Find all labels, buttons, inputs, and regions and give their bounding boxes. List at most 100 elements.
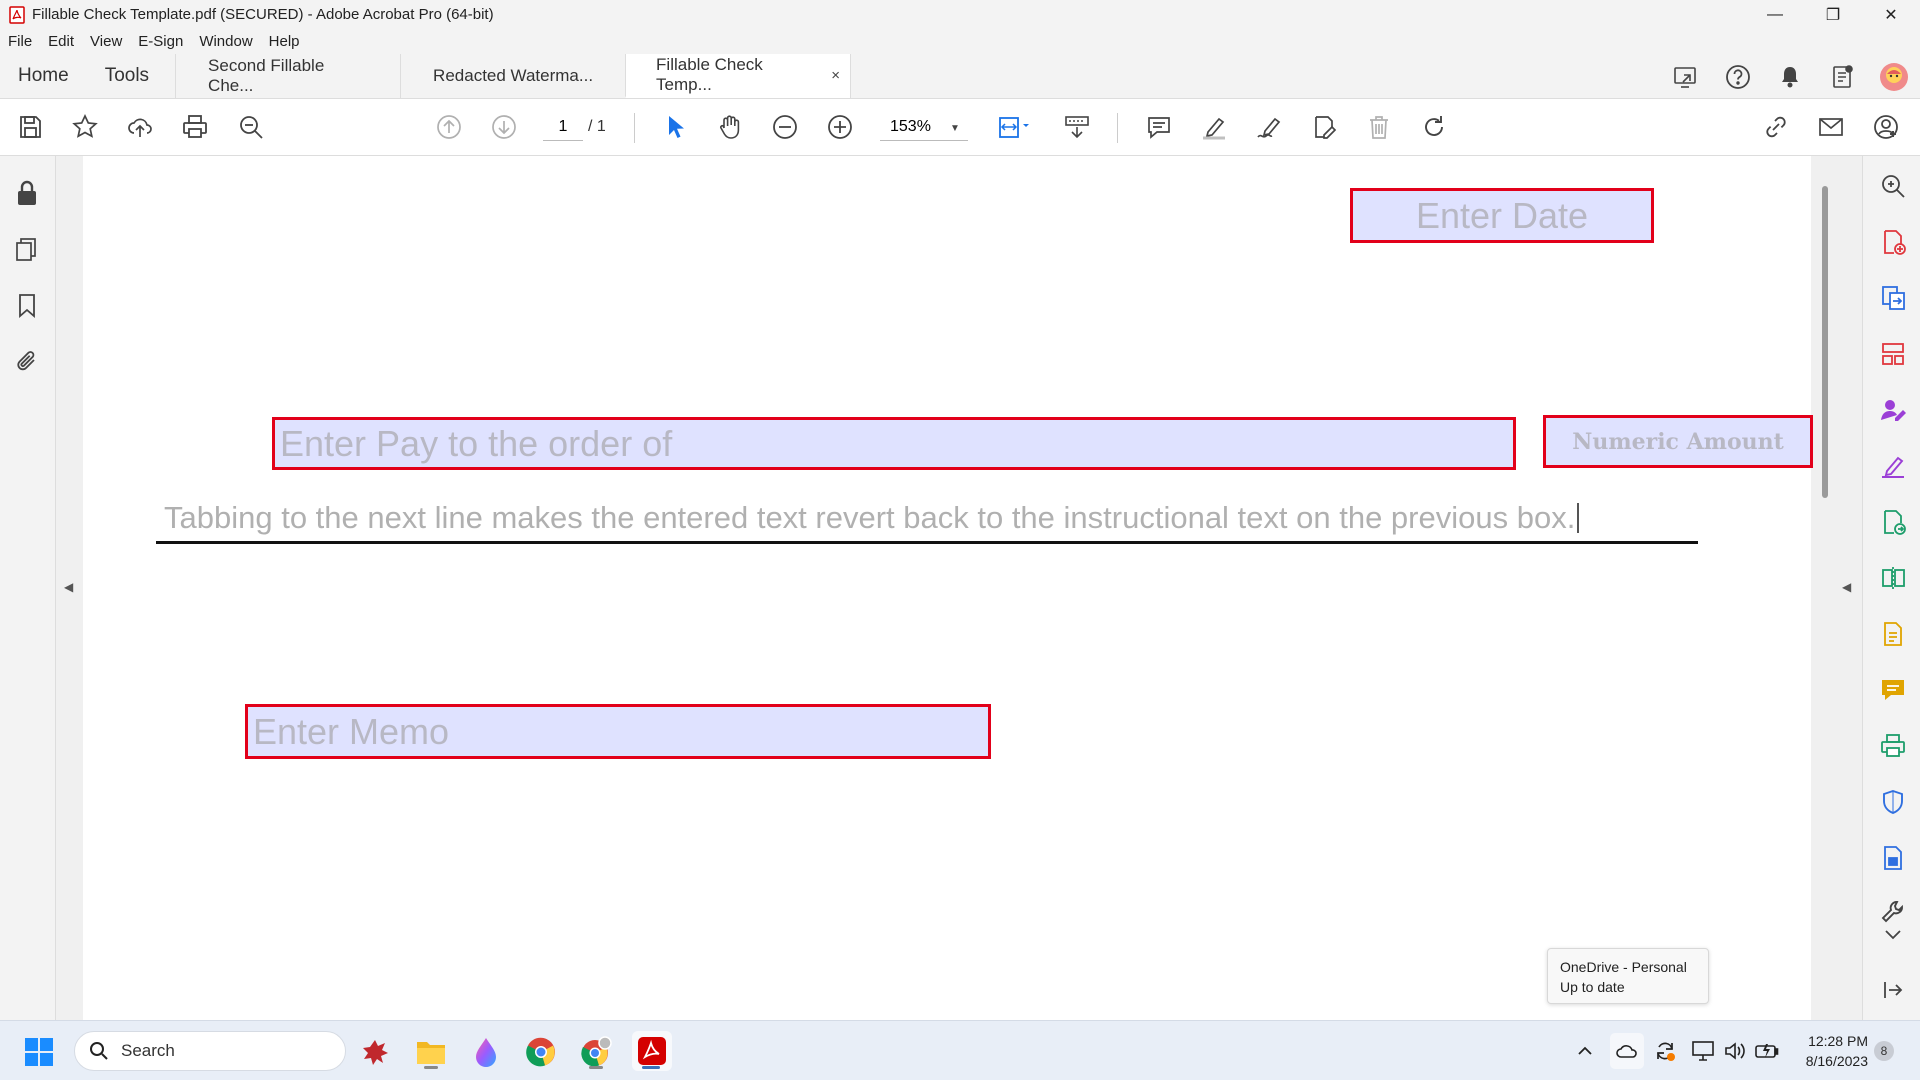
add-user-icon[interactable] <box>1868 109 1904 145</box>
sync-status-icon[interactable] <box>1648 1033 1682 1069</box>
add-comment-icon[interactable] <box>1877 674 1909 706</box>
system-clock[interactable]: 12:28 PM 8/16/2023 <box>1794 1031 1868 1071</box>
taskbar-app-red-creature-icon[interactable] <box>356 1033 394 1071</box>
hand-tool-icon[interactable] <box>712 109 748 145</box>
tab-bar-actions <box>1660 54 1920 99</box>
page-thumbnails-icon[interactable] <box>12 234 42 264</box>
title-bar: Fillable Check Template.pdf (SECURED) - … <box>0 0 1920 29</box>
bookmarks-icon[interactable] <box>12 290 42 320</box>
notifications-bell-icon[interactable] <box>1764 54 1816 99</box>
toolbar-divider <box>1117 113 1118 143</box>
windows-start-icon[interactable] <box>24 1037 54 1067</box>
minimize-button[interactable]: — <box>1746 0 1804 29</box>
battery-charging-icon[interactable] <box>1750 1033 1784 1069</box>
account-sync-icon[interactable] <box>1816 54 1868 99</box>
delete-trash-icon[interactable] <box>1361 109 1397 145</box>
zoom-out-icon[interactable] <box>767 109 803 145</box>
collapse-right-pane-icon[interactable]: ◀ <box>1842 580 1851 594</box>
select-cursor-icon[interactable] <box>657 109 693 145</box>
tooltip-status: Up to date <box>1560 979 1625 995</box>
memo-field[interactable]: Enter Memo <box>245 704 991 759</box>
running-indicator <box>424 1066 438 1069</box>
network-monitor-icon[interactable] <box>1686 1033 1720 1069</box>
maximize-button[interactable]: ❐ <box>1804 0 1862 29</box>
menu-esign[interactable]: E-Sign <box>138 33 183 50</box>
tab-document-redacted[interactable]: Redacted Waterma... <box>400 54 625 98</box>
zoom-dropdown-chevron-icon[interactable]: ▼ <box>950 123 960 134</box>
window-title: Fillable Check Template.pdf (SECURED) - … <box>32 6 494 23</box>
collapse-tools-pane-icon[interactable] <box>1877 974 1909 1006</box>
security-lock-icon[interactable] <box>12 178 42 208</box>
menu-file[interactable]: File <box>8 33 32 50</box>
menu-help[interactable]: Help <box>269 33 300 50</box>
notification-count-badge[interactable]: 8 <box>1874 1041 1894 1061</box>
acrobat-taskbar-icon[interactable] <box>632 1031 672 1071</box>
share-screen-icon[interactable] <box>1660 54 1712 99</box>
date-field[interactable]: Enter Date <box>1350 188 1654 243</box>
rotate-icon[interactable] <box>1416 109 1452 145</box>
color-drop-app-icon[interactable] <box>467 1033 505 1071</box>
taskbar-search-box[interactable]: Search <box>74 1031 346 1071</box>
pay-to-order-field[interactable]: Enter Pay to the order of <box>272 417 1516 470</box>
search-zoom-icon[interactable] <box>1877 170 1909 202</box>
zoom-in-icon[interactable] <box>822 109 858 145</box>
chevron-down-icon[interactable] <box>1877 924 1909 946</box>
running-indicator <box>589 1066 603 1069</box>
tab-label: Fillable Check Temp... <box>656 55 763 94</box>
highlight-pen-icon[interactable] <box>1196 109 1232 145</box>
tab-tools[interactable]: Tools <box>87 54 175 98</box>
print-icon[interactable] <box>177 109 213 145</box>
save-icon[interactable] <box>12 109 48 145</box>
share-link-icon[interactable] <box>1758 109 1794 145</box>
create-pdf-icon[interactable] <box>1877 226 1909 258</box>
chrome-browser-icon[interactable] <box>522 1033 560 1071</box>
next-page-icon[interactable] <box>486 109 522 145</box>
tooltip-title: OneDrive - Personal <box>1560 959 1687 975</box>
volume-speaker-icon[interactable] <box>1718 1033 1752 1069</box>
send-for-review-icon[interactable] <box>1877 506 1909 538</box>
print-production-icon[interactable] <box>1877 730 1909 762</box>
file-explorer-icon[interactable] <box>412 1033 450 1071</box>
menu-edit[interactable]: Edit <box>48 33 74 50</box>
organize-pages-icon[interactable] <box>1877 338 1909 370</box>
fit-page-icon[interactable] <box>990 109 1038 145</box>
onedrive-cloud-icon[interactable] <box>1610 1033 1644 1069</box>
attachments-paperclip-icon[interactable] <box>12 346 42 376</box>
windows-taskbar: Search 12:28 PM 8/16/2023 8 <box>0 1020 1920 1080</box>
edit-pdf-icon[interactable] <box>1306 109 1342 145</box>
close-tab-icon[interactable]: × <box>831 67 840 84</box>
fill-sign-icon[interactable] <box>1877 450 1909 482</box>
help-icon[interactable] <box>1712 54 1764 99</box>
menu-window[interactable]: Window <box>199 33 252 50</box>
compare-files-icon[interactable] <box>1877 562 1909 594</box>
vertical-scrollbar-thumb[interactable] <box>1822 186 1828 498</box>
tab-home[interactable]: Home <box>0 54 87 98</box>
upload-cloud-icon[interactable] <box>122 109 158 145</box>
previous-page-icon[interactable] <box>431 109 467 145</box>
numeric-amount-field[interactable]: Numeric Amount <box>1543 415 1813 468</box>
page-total: / 1 <box>588 118 606 135</box>
clock-date: 8/16/2023 <box>1805 1053 1868 1069</box>
scan-ocr-icon[interactable] <box>1877 618 1909 650</box>
menu-view[interactable]: View <box>90 33 122 50</box>
export-pdf-icon[interactable] <box>1877 282 1909 314</box>
show-hidden-icons-chevron-up-icon[interactable] <box>1568 1033 1602 1069</box>
scroll-mode-icon[interactable] <box>1059 109 1095 145</box>
find-zoom-icon[interactable] <box>233 109 269 145</box>
amount-in-words-text: Tabbing to the next line makes the enter… <box>164 499 1576 535</box>
user-avatar[interactable] <box>1868 54 1920 99</box>
tab-document-second[interactable]: Second Fillable Che... <box>175 54 400 98</box>
comment-icon[interactable] <box>1141 109 1177 145</box>
page-number-input[interactable] <box>543 113 583 141</box>
protect-shield-icon[interactable] <box>1877 786 1909 818</box>
tab-document-fillable-check[interactable]: Fillable Check Temp... × <box>625 54 851 98</box>
redact-icon[interactable] <box>1877 842 1909 874</box>
email-envelope-icon[interactable] <box>1813 109 1849 145</box>
amount-in-words-field[interactable]: Tabbing to the next line makes the enter… <box>156 494 1698 544</box>
request-signature-icon[interactable] <box>1877 394 1909 426</box>
chrome-profile-browser-icon[interactable] <box>577 1033 615 1071</box>
collapse-left-pane-icon[interactable]: ◀ <box>64 580 73 594</box>
sign-pen-icon[interactable] <box>1251 109 1287 145</box>
close-window-button[interactable]: ✕ <box>1862 0 1920 29</box>
bookmark-star-icon[interactable] <box>67 109 103 145</box>
